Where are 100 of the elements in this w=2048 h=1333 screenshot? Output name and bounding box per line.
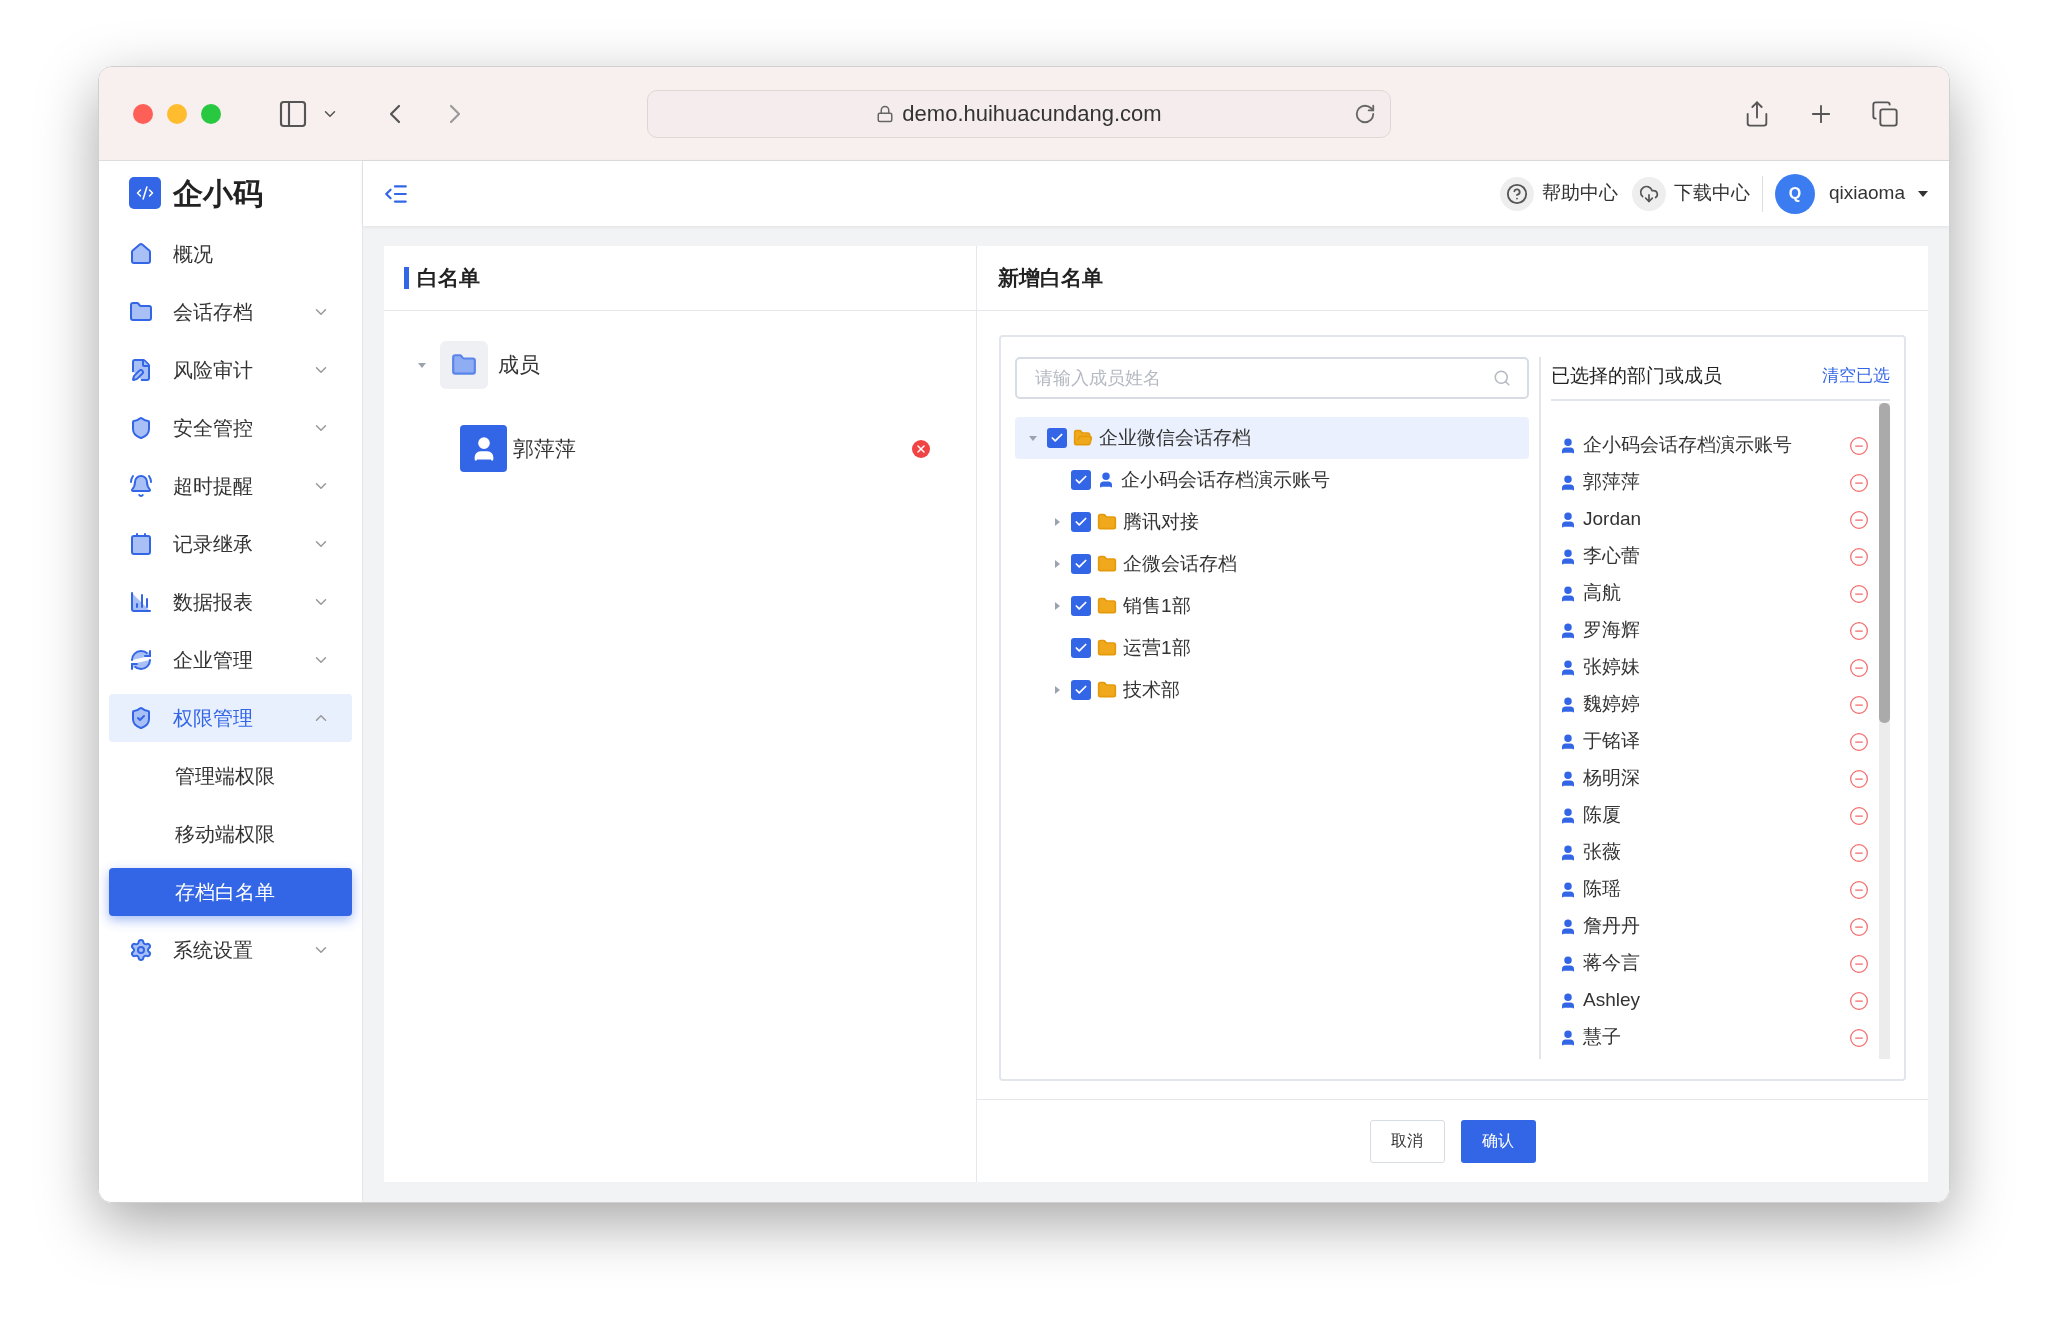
avatar-icon <box>460 425 507 472</box>
remove-icon[interactable] <box>1849 916 1869 937</box>
sidebar-item[interactable]: 记录继承 <box>109 520 352 568</box>
tree-row[interactable]: 技术部 <box>1015 669 1529 711</box>
title-accent-bar <box>404 267 409 289</box>
tree-label: 企微会话存档 <box>1123 551 1237 576</box>
folder-icon <box>1073 428 1093 448</box>
selected-member: 詹丹丹 <box>1583 914 1641 939</box>
remove-icon[interactable] <box>1849 1027 1869 1048</box>
user-icon <box>1559 436 1577 455</box>
sidebar-subitem[interactable]: 存档白名单 <box>109 868 352 916</box>
sidebar-item[interactable]: 会话存档 <box>109 288 352 336</box>
remove-icon[interactable] <box>1849 546 1869 567</box>
selected-member: 李心蕾 <box>1583 544 1641 569</box>
remove-icon[interactable] <box>1849 953 1869 974</box>
sidebar-item[interactable]: 安全管控 <box>109 404 352 452</box>
checkbox[interactable] <box>1047 428 1067 448</box>
confirm-button[interactable]: 确认 <box>1460 1119 1536 1163</box>
dropdown-caret-icon[interactable] <box>1917 189 1929 198</box>
check-icon <box>1050 431 1064 445</box>
tree-row[interactable]: 腾讯对接 <box>1015 501 1529 543</box>
sidebar-item[interactable]: 企业管理 <box>109 636 352 684</box>
user-icon <box>1559 917 1577 936</box>
remove-icon[interactable] <box>1849 731 1869 752</box>
download-center-link[interactable]: 下载中心 <box>1673 179 1750 208</box>
checkbox[interactable] <box>1071 638 1091 658</box>
group-label: 成员 <box>498 352 540 379</box>
sidebar-item[interactable]: 风险审计 <box>109 346 352 394</box>
remove-icon[interactable] <box>1849 620 1869 641</box>
selected-member: 罗海辉 <box>1583 618 1641 643</box>
remove-icon[interactable] <box>1849 805 1869 826</box>
tree-row[interactable]: 企业微信会话存档 <box>1015 417 1529 459</box>
tabs-overview-icon[interactable] <box>1871 99 1899 128</box>
card-title: 白名单 <box>417 265 480 292</box>
user-icon <box>1559 695 1577 714</box>
tree-row[interactable]: 运营1部 <box>1015 627 1529 669</box>
reload-icon[interactable] <box>1354 102 1376 125</box>
user-icon <box>1559 584 1577 603</box>
sidebar-subitem[interactable]: 管理端权限 <box>109 752 352 800</box>
clear-selection-link[interactable]: 清空已选 <box>1822 363 1890 389</box>
sidebar-item[interactable]: 数据报表 <box>109 578 352 626</box>
check-icon <box>1074 473 1088 487</box>
minimize-window-button[interactable] <box>167 103 187 124</box>
cancel-button[interactable]: 取消 <box>1369 1119 1445 1163</box>
tree-row[interactable]: 企小码会话存档演示账号 <box>1015 459 1529 501</box>
help-icon[interactable] <box>1499 176 1534 211</box>
folder-icon <box>1097 554 1117 574</box>
checkbox[interactable] <box>1071 470 1091 490</box>
user-icon <box>1559 732 1577 751</box>
checkbox[interactable] <box>1071 596 1091 616</box>
selected-member: Ashley <box>1583 988 1642 1013</box>
card-title: 新增白名单 <box>998 265 1103 292</box>
sidebar-item[interactable]: 超时提醒 <box>109 462 352 510</box>
tree-label: 腾讯对接 <box>1123 509 1199 534</box>
selected-member: 陈瑶 <box>1583 877 1622 902</box>
remove-icon[interactable] <box>1849 435 1869 456</box>
checkbox[interactable] <box>1071 554 1091 574</box>
checkbox[interactable] <box>1071 680 1091 700</box>
check-icon <box>1074 641 1088 655</box>
remove-icon[interactable] <box>1849 472 1869 493</box>
check-icon <box>1074 557 1088 571</box>
user-avatar[interactable]: Q <box>1774 173 1815 214</box>
remove-icon[interactable] <box>1849 768 1869 789</box>
user-icon <box>1559 806 1577 825</box>
scrollbar[interactable] <box>1879 403 1890 1059</box>
download-icon[interactable] <box>1631 176 1666 211</box>
remove-icon[interactable] <box>1849 990 1869 1011</box>
remove-icon[interactable] <box>1849 509 1869 530</box>
remove-icon[interactable] <box>1849 583 1869 604</box>
user-icon <box>1559 473 1577 492</box>
user-icon <box>1559 1028 1577 1047</box>
address-bar[interactable]: demo.huihuacundang.com <box>647 89 1391 138</box>
tree-label: 销售1部 <box>1123 593 1191 618</box>
sidebar-item[interactable]: 系统设置 <box>109 926 352 974</box>
sidebar-item[interactable]: 概况 <box>109 230 352 278</box>
tree-row[interactable]: 企微会话存档 <box>1015 543 1529 585</box>
logo-icon <box>129 177 161 209</box>
zoom-window-button[interactable] <box>201 103 221 124</box>
selected-member: Jordan <box>1583 507 1643 532</box>
sidebar-item[interactable]: 权限管理 <box>109 694 352 742</box>
folder-icon <box>440 341 488 389</box>
logo-text: 企小码 <box>173 175 263 212</box>
user-icon <box>1559 547 1577 566</box>
user-icon <box>1559 769 1577 788</box>
help-center-link[interactable]: 帮助中心 <box>1541 179 1618 208</box>
tree-label: 企小码会话存档演示账号 <box>1121 467 1330 492</box>
checkbox[interactable] <box>1071 512 1091 532</box>
remove-icon[interactable] <box>1849 694 1869 715</box>
tree-row[interactable]: 销售1部 <box>1015 585 1529 627</box>
user-name[interactable]: qixiaoma <box>1828 179 1905 208</box>
sidebar-subitem[interactable]: 移动端权限 <box>109 810 352 858</box>
remove-icon[interactable] <box>1849 657 1869 678</box>
user-icon <box>1559 843 1577 862</box>
remove-icon[interactable] <box>1849 879 1869 900</box>
remove-icon[interactable] <box>1849 842 1869 863</box>
search-field[interactable]: 请输入成员姓名 <box>1015 357 1529 399</box>
close-window-button[interactable] <box>133 103 153 124</box>
selected-member: 慧子 <box>1583 1025 1622 1050</box>
remove-icon[interactable] <box>912 439 930 458</box>
selected-title: 已选择的部门或成员 <box>1551 363 1722 388</box>
